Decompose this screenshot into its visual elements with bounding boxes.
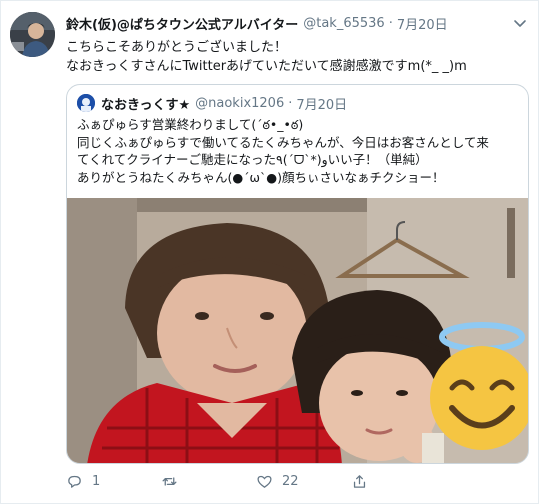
- quoted-tweet-date[interactable]: 7月20日: [296, 94, 347, 113]
- user-handle[interactable]: @tak_65536: [303, 16, 384, 31]
- tweet-date[interactable]: 7月20日: [397, 14, 448, 33]
- quoted-avatar: [77, 94, 95, 112]
- tweet-text: こちらこそありがとうございました！ なおきっくすさんにTwitterあげていただ…: [66, 38, 526, 76]
- tweet-header: 鈴木(仮)@ぱちタウン公式アルバイター @tak_65536 · 7月20日: [66, 12, 448, 34]
- quoted-tweet[interactable]: なおきっくす★ @naokix1206 · 7月20日 ふぁぴゅらす営業終わりま…: [66, 84, 529, 464]
- tweet-text-line: なおきっくすさんにTwitterあげていただいて感謝感激ですm(*_ _)m: [66, 59, 467, 74]
- quoted-user-handle[interactable]: @naokix1206: [195, 96, 284, 111]
- tweet-photo[interactable]: [67, 198, 528, 463]
- share-icon: [353, 474, 366, 488]
- retweet-button[interactable]: [161, 473, 256, 490]
- quoted-user-name[interactable]: なおきっくす★: [101, 94, 190, 113]
- user-name[interactable]: 鈴木(仮)@ぱちタウン公式アルバイター: [66, 14, 298, 33]
- quoted-text-line: ふぁぴゅらす営業終わりまして(´ఠ•_•ఠ): [77, 117, 304, 132]
- retweet-icon: [162, 476, 177, 486]
- separator-dot: ·: [388, 15, 393, 31]
- like-button[interactable]: 22: [256, 473, 351, 490]
- reply-count: 1: [92, 473, 101, 489]
- separator-dot: ·: [288, 95, 293, 111]
- chevron-down-icon[interactable]: [512, 15, 528, 31]
- avatar[interactable]: [10, 12, 55, 57]
- quoted-text-line: 同じくふぁぴゅらすで働いてるたくみちゃんが、今日はお客さんとして来: [77, 134, 489, 150]
- share-button[interactable]: [351, 473, 391, 490]
- like-icon: [257, 475, 272, 488]
- tweet-actions: 1 22: [66, 469, 466, 493]
- reply-icon: [68, 475, 81, 488]
- quoted-text-line: ありがとうねたくみちゃん(●´ω`●)顔ちぃさいなぁチクショー！: [77, 169, 445, 185]
- reply-button[interactable]: 1: [66, 473, 161, 490]
- like-count: 22: [282, 473, 299, 489]
- quoted-tweet-header: なおきっくす★ @naokix1206 · 7月20日: [77, 93, 347, 113]
- quoted-tweet-text: ふぁぴゅらす営業終わりまして(´ఠ•_•ఠ) 同じくふぁぴゅらすで働いてるたくみ…: [77, 116, 522, 186]
- tweet: 鈴木(仮)@ぱちタウン公式アルバイター @tak_65536 · 7月20日 こ…: [0, 0, 539, 504]
- quoted-text-line: てくれてクライナーご馳走になった٩(ˊᗜˋ*)وいい子！（単純）: [77, 152, 428, 167]
- tweet-text-line: こちらこそありがとうございました！: [66, 40, 288, 55]
